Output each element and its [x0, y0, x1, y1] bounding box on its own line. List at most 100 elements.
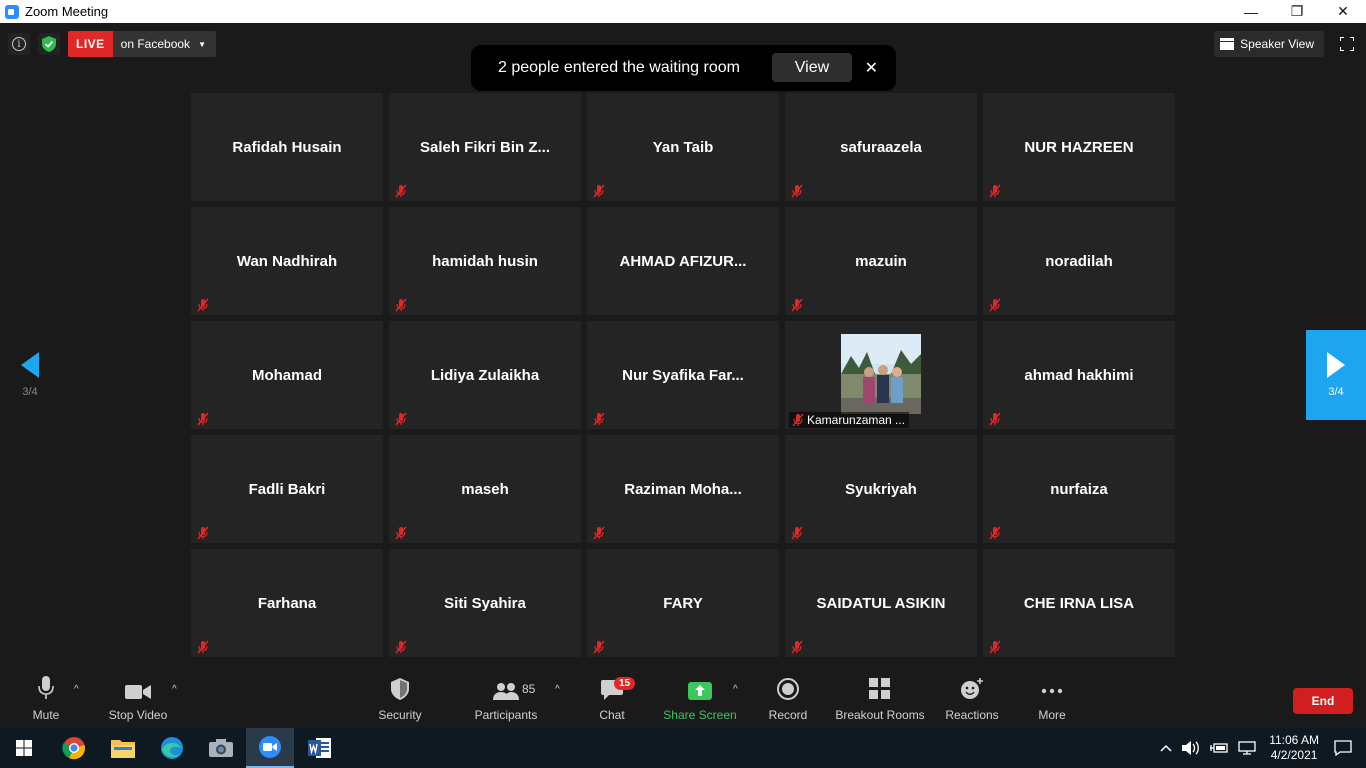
show-hidden-icons-button[interactable] [1160, 744, 1172, 752]
more-label: More [1038, 708, 1066, 722]
taskbar-word[interactable] [296, 728, 344, 768]
end-meeting-button[interactable]: End [1293, 688, 1353, 714]
audio-options-caret[interactable]: ^ [74, 684, 79, 695]
taskbar-camera[interactable] [197, 728, 245, 768]
participant-name: Farhana [257, 594, 317, 612]
participant-tile[interactable]: Saleh Fikri Bin Z... [389, 93, 581, 201]
next-page-button[interactable]: 3/4 [1306, 330, 1366, 420]
participant-tile[interactable]: hamidah husin [389, 207, 581, 315]
reactions-button[interactable]: Reactions [944, 670, 1000, 728]
breakout-rooms-label: Breakout Rooms [835, 708, 925, 722]
taskbar-edge[interactable] [148, 728, 196, 768]
participant-name: Mohamad [251, 366, 322, 384]
participants-label: Participants [474, 708, 538, 722]
speaker-view-label: Speaker View [1240, 37, 1314, 51]
participant-name: AHMAD AFIZUR... [619, 252, 747, 270]
taskbar-chrome[interactable] [50, 728, 98, 768]
participants-options-caret[interactable]: ^ [555, 684, 560, 695]
restore-button[interactable]: ❐ [1274, 0, 1320, 23]
encryption-shield-button[interactable] [38, 33, 60, 55]
meeting-top-left: i LIVE on Facebook ▼ [8, 31, 216, 57]
network-button[interactable] [1238, 741, 1256, 755]
muted-mic-icon [395, 298, 407, 312]
participant-tile[interactable]: Mohamad [191, 321, 383, 429]
participant-name: nurfaiza [1050, 480, 1108, 498]
participant-tile[interactable]: NUR HAZREEN [983, 93, 1175, 201]
chevron-up-icon [1160, 744, 1172, 752]
participant-name: Nur Syafika Far... [622, 366, 744, 384]
record-button[interactable]: Record [764, 670, 812, 728]
participant-tile[interactable]: Syukriyah [785, 435, 977, 543]
live-stream-control[interactable]: LIVE on Facebook ▼ [68, 31, 216, 57]
participant-tile[interactable]: Rafidah Husain [191, 93, 383, 201]
taskbar-clock[interactable]: 11:06 AM 4/2/2021 [1269, 733, 1319, 763]
word-icon [308, 738, 331, 758]
reactions-label: Reactions [945, 708, 999, 722]
chat-label: Chat [599, 708, 625, 722]
participant-tile[interactable]: Lidiya Zulaikha [389, 321, 581, 429]
participant-tile[interactable]: Raziman Moha... [587, 435, 779, 543]
gallery-grid: Rafidah Husain Saleh Fikri Bin Z... Yan … [191, 93, 1175, 658]
start-button[interactable] [0, 728, 48, 768]
smiley-add-icon [961, 678, 983, 699]
battery-button[interactable] [1210, 742, 1228, 754]
participant-tile[interactable]: mazuin [785, 207, 977, 315]
participants-button[interactable]: Participants [472, 670, 540, 728]
participant-name: SAIDATUL ASIKIN [816, 594, 946, 612]
muted-mic-icon [395, 526, 407, 540]
muted-mic-icon [989, 640, 1001, 654]
participant-tile[interactable]: maseh [389, 435, 581, 543]
speaker-view-button[interactable]: Speaker View [1214, 31, 1324, 57]
participant-tile[interactable]: ahmad hakhimi [983, 321, 1175, 429]
participant-tile[interactable]: safuraazela [785, 93, 977, 201]
volume-button[interactable] [1182, 741, 1200, 755]
next-page-number: 3/4 [1328, 386, 1344, 398]
action-center-button[interactable] [1334, 740, 1352, 756]
camera-icon [209, 739, 233, 757]
muted-mic-icon [593, 526, 605, 540]
participant-tile[interactable]: SAIDATUL ASIKIN [785, 549, 977, 657]
mute-button[interactable]: Mute [26, 670, 66, 728]
minimize-button[interactable]: — [1228, 0, 1274, 23]
muted-mic-icon [593, 412, 605, 426]
participant-tile[interactable]: AHMAD AFIZUR... [587, 207, 779, 315]
info-icon: i [12, 37, 26, 51]
live-destination[interactable]: on Facebook ▼ [112, 31, 216, 57]
participant-tile[interactable]: Wan Nadhirah [191, 207, 383, 315]
participant-name: CHE IRNA LISA [1023, 594, 1135, 612]
share-options-caret[interactable]: ^ [733, 684, 738, 695]
participant-tile[interactable]: Fadli Bakri [191, 435, 383, 543]
stop-video-button[interactable]: Stop Video [104, 670, 172, 728]
participant-tile[interactable]: Yan Taib [587, 93, 779, 201]
participant-tile[interactable]: FARY [587, 549, 779, 657]
participant-tile[interactable]: Nur Syafika Far... [587, 321, 779, 429]
close-window-button[interactable]: ✕ [1320, 0, 1366, 23]
participant-name: hamidah husin [432, 252, 538, 270]
participant-tile[interactable]: Farhana [191, 549, 383, 657]
participant-tile[interactable]: CHE IRNA LISA [983, 549, 1175, 657]
participant-tile-video[interactable]: Kamarunzaman ... [785, 321, 977, 429]
speaker-view-icon [1220, 38, 1235, 50]
share-screen-label: Share Screen [663, 708, 737, 722]
muted-mic-icon [989, 298, 1001, 312]
taskbar-zoom[interactable] [246, 728, 294, 768]
zoom-app-icon [5, 4, 19, 19]
view-waiting-room-button[interactable]: View [772, 53, 852, 82]
more-button[interactable]: More [1030, 670, 1074, 728]
muted-mic-icon [593, 640, 605, 654]
participant-tile[interactable]: Siti Syahira [389, 549, 581, 657]
participant-tile[interactable]: nurfaiza [983, 435, 1175, 543]
fullscreen-button[interactable] [1336, 33, 1358, 55]
video-options-caret[interactable]: ^ [172, 684, 177, 695]
taskbar-file-explorer[interactable] [99, 728, 147, 768]
participant-tile[interactable]: noradilah [983, 207, 1175, 315]
waiting-room-message: 2 people entered the waiting room [498, 59, 740, 76]
breakout-rooms-button[interactable]: Breakout Rooms [834, 670, 926, 728]
meeting-info-button[interactable]: i [8, 33, 30, 55]
more-dots-icon [1041, 688, 1063, 694]
close-notification-button[interactable]: ✕ [865, 58, 878, 78]
security-button[interactable]: Security [372, 670, 428, 728]
participant-name: Kamarunzaman ... [807, 413, 906, 427]
share-screen-button[interactable]: Share Screen [662, 670, 738, 728]
previous-page-button[interactable]: 3/4 [0, 330, 60, 420]
